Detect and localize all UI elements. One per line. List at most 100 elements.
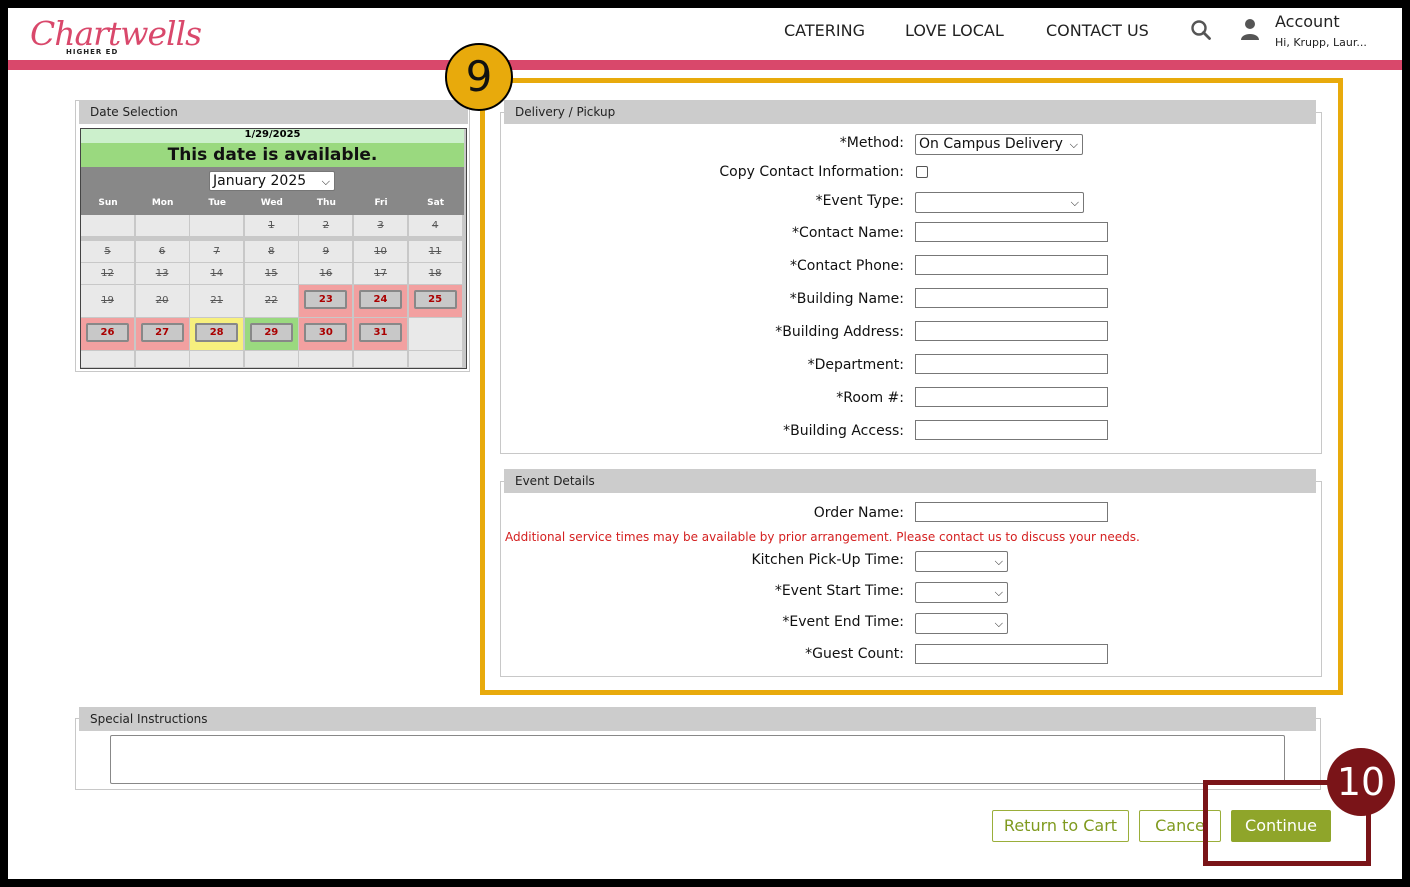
calendar-day-unavailable: 21 bbox=[190, 285, 244, 317]
calendar-day-unavailable: 13 bbox=[135, 263, 189, 284]
day-number: 3 bbox=[377, 220, 384, 231]
day-button[interactable]: 29 bbox=[249, 323, 293, 342]
calendar-day-unavailable: 2 bbox=[299, 215, 353, 236]
day-button[interactable]: 25 bbox=[413, 290, 457, 309]
nav-love-local[interactable]: LOVE LOCAL bbox=[905, 21, 1004, 40]
calendar-day-unavailable: 22 bbox=[244, 285, 298, 317]
calendar-day-unavailable: 11 bbox=[408, 241, 462, 262]
day-button[interactable]: 28 bbox=[195, 323, 239, 342]
day-number: 7 bbox=[213, 246, 220, 257]
calendar-day: 25 bbox=[408, 285, 462, 317]
weekday-sat: Sat bbox=[427, 198, 445, 208]
day-button[interactable]: 26 bbox=[86, 323, 129, 342]
chartwells-logo[interactable]: Chartwells HIGHER ED bbox=[28, 10, 202, 60]
weekday-header: Sun Mon Tue Wed Thu Fri Sat bbox=[81, 195, 464, 215]
step-9-badge: 9 bbox=[445, 43, 513, 111]
weekday-wed: Wed bbox=[260, 198, 283, 208]
calendar-day-unavailable: 20 bbox=[135, 285, 189, 317]
return-to-cart-button[interactable]: Return to Cart bbox=[992, 810, 1129, 842]
day-button[interactable]: 23 bbox=[304, 290, 348, 309]
calendar-day-unavailable: 15 bbox=[244, 263, 298, 284]
day-number: 19 bbox=[101, 295, 114, 306]
calendar-day-unavailable: 6 bbox=[135, 241, 189, 262]
calendar-empty-cell bbox=[81, 351, 134, 367]
calendar-day-unavailable: 9 bbox=[299, 241, 353, 262]
calendar-day: 28 bbox=[190, 318, 244, 350]
chevron-down-icon: ⌵ bbox=[321, 175, 330, 188]
calendar-empty-cell bbox=[408, 318, 462, 350]
calendar-day-unavailable: 19 bbox=[81, 285, 134, 317]
calendar-day-unavailable: 18 bbox=[408, 263, 462, 284]
day-number: 12 bbox=[101, 268, 114, 279]
calendar-day-unavailable: 12 bbox=[81, 263, 134, 284]
weekday-fri: Fri bbox=[374, 198, 388, 208]
day-number: 21 bbox=[210, 295, 224, 306]
calendar-empty-cell bbox=[190, 215, 244, 236]
day-button[interactable]: 24 bbox=[359, 290, 402, 309]
day-number: 1 bbox=[268, 220, 275, 231]
day-number: 8 bbox=[268, 246, 275, 257]
day-number: 11 bbox=[428, 246, 442, 257]
calendar-empty-cell bbox=[190, 351, 244, 367]
calendar-empty-cell bbox=[408, 351, 462, 367]
date-selection-header: Date Selection bbox=[79, 100, 468, 124]
calendar-day-unavailable: 7 bbox=[190, 241, 244, 262]
calendar-day: 24 bbox=[354, 285, 407, 317]
day-number: 10 bbox=[374, 246, 387, 257]
account-link[interactable]: Account bbox=[1275, 12, 1340, 31]
day-number: 20 bbox=[155, 295, 169, 306]
selected-date: 1/29/2025 bbox=[81, 129, 464, 144]
calendar-day: 26 bbox=[81, 318, 134, 350]
step-10-badge: 10 bbox=[1327, 748, 1395, 816]
calendar-empty-cell bbox=[244, 351, 298, 367]
availability-status: This date is available. bbox=[81, 143, 464, 167]
calendar-empty-cell bbox=[135, 351, 189, 367]
header-accent-bar bbox=[8, 60, 1402, 70]
month-select-value: January 2025 bbox=[213, 173, 307, 189]
day-number: 5 bbox=[104, 246, 111, 257]
calendar-day: 27 bbox=[135, 318, 189, 350]
account-greeting: Hi, Krupp, Laur... bbox=[1275, 36, 1367, 49]
weekday-mon: Mon bbox=[151, 198, 174, 208]
calendar-day-selected: 29 bbox=[244, 318, 298, 350]
calendar-empty-cell bbox=[354, 351, 407, 367]
calendar-day-unavailable: 14 bbox=[190, 263, 244, 284]
calendar-day-unavailable: 3 bbox=[354, 215, 407, 236]
calendar-day-unavailable: 5 bbox=[81, 241, 134, 262]
user-icon[interactable] bbox=[1239, 17, 1261, 41]
calendar: 1/29/2025 This date is available. Januar… bbox=[80, 128, 467, 369]
month-select[interactable]: January 2025 ⌵ bbox=[209, 171, 335, 191]
day-number: 18 bbox=[428, 268, 442, 279]
day-number: 22 bbox=[264, 295, 278, 306]
day-button[interactable]: 30 bbox=[304, 323, 348, 342]
month-bar: January 2025 ⌵ bbox=[81, 167, 464, 195]
calendar-empty-cell bbox=[299, 351, 353, 367]
day-button[interactable]: 31 bbox=[359, 323, 402, 342]
logo-sub: HIGHER ED bbox=[66, 48, 119, 56]
calendar-day: 31 bbox=[354, 318, 407, 350]
calendar-day-unavailable: 1 bbox=[244, 215, 298, 236]
calendar-day-unavailable: 16 bbox=[299, 263, 353, 284]
nav-catering[interactable]: CATERING bbox=[784, 21, 865, 40]
weekday-thu: Thu bbox=[316, 198, 336, 208]
weekday-tue: Tue bbox=[208, 198, 227, 208]
page: Chartwells HIGHER ED CATERING LOVE LOCAL… bbox=[8, 8, 1402, 879]
day-number: 17 bbox=[374, 268, 387, 279]
nav-contact-us[interactable]: CONTACT US bbox=[1046, 21, 1149, 40]
special-instructions-textarea[interactable] bbox=[110, 735, 1285, 784]
calendar-day-unavailable: 17 bbox=[354, 263, 407, 284]
step-9-highlight bbox=[480, 78, 1343, 695]
day-number: 2 bbox=[322, 220, 330, 231]
calendar-day: 30 bbox=[299, 318, 353, 350]
day-button[interactable]: 27 bbox=[140, 323, 184, 342]
search-icon[interactable] bbox=[1190, 19, 1212, 41]
day-number: 14 bbox=[210, 268, 224, 279]
calendar-day-unavailable: 8 bbox=[244, 241, 298, 262]
weekday-sun: Sun bbox=[98, 198, 118, 208]
day-number: 13 bbox=[155, 268, 169, 279]
calendar-day: 23 bbox=[299, 285, 353, 317]
calendar-empty-cell bbox=[135, 215, 189, 236]
special-instructions-header: Special Instructions bbox=[79, 707, 1316, 731]
calendar-day-unavailable: 10 bbox=[354, 241, 407, 262]
calendar-empty-cell bbox=[81, 215, 134, 236]
